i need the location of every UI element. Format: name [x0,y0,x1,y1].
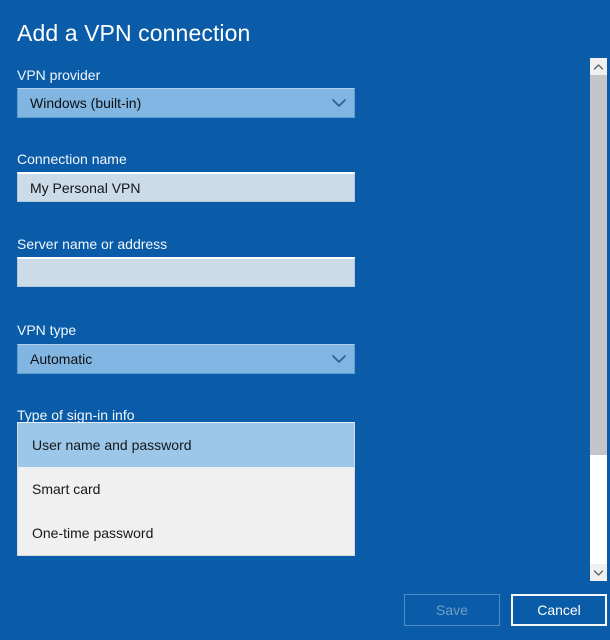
sign-in-info-listbox[interactable]: User name and password Smart card One-ti… [17,422,355,556]
vpn-type-combobox[interactable]: Automatic [17,344,355,374]
scrollbar-thumb[interactable] [590,75,607,455]
scroll-up-arrow-icon[interactable] [590,58,607,75]
dialog-footer: Save Cancel [0,580,610,640]
connection-name-label: Connection name [17,150,127,168]
cancel-button[interactable]: Cancel [511,594,607,626]
chevron-down-icon [324,89,354,117]
connection-name-input[interactable]: My Personal VPN [17,172,355,202]
scroll-down-arrow-icon[interactable] [590,564,607,581]
vpn-provider-value: Windows (built-in) [18,95,324,111]
page-title: Add a VPN connection [17,18,250,48]
vpn-provider-label: VPN provider [17,66,100,84]
form-scroll-area: VPN provider Windows (built-in) Connecti… [0,58,610,580]
vpn-type-value: Automatic [18,351,324,367]
server-address-input[interactable] [17,257,355,287]
list-item[interactable]: One-time password [18,511,354,555]
list-item[interactable]: Smart card [18,467,354,511]
chevron-down-icon [324,345,354,373]
server-address-label: Server name or address [17,235,167,253]
save-button[interactable]: Save [404,594,500,626]
add-vpn-connection-dialog: Add a VPN connection VPN provider Window… [0,0,610,640]
vertical-scrollbar[interactable] [590,58,607,581]
vpn-type-label: VPN type [17,321,76,339]
connection-name-value: My Personal VPN [18,180,140,196]
list-item[interactable]: User name and password [18,423,354,467]
vpn-provider-combobox[interactable]: Windows (built-in) [17,88,355,118]
